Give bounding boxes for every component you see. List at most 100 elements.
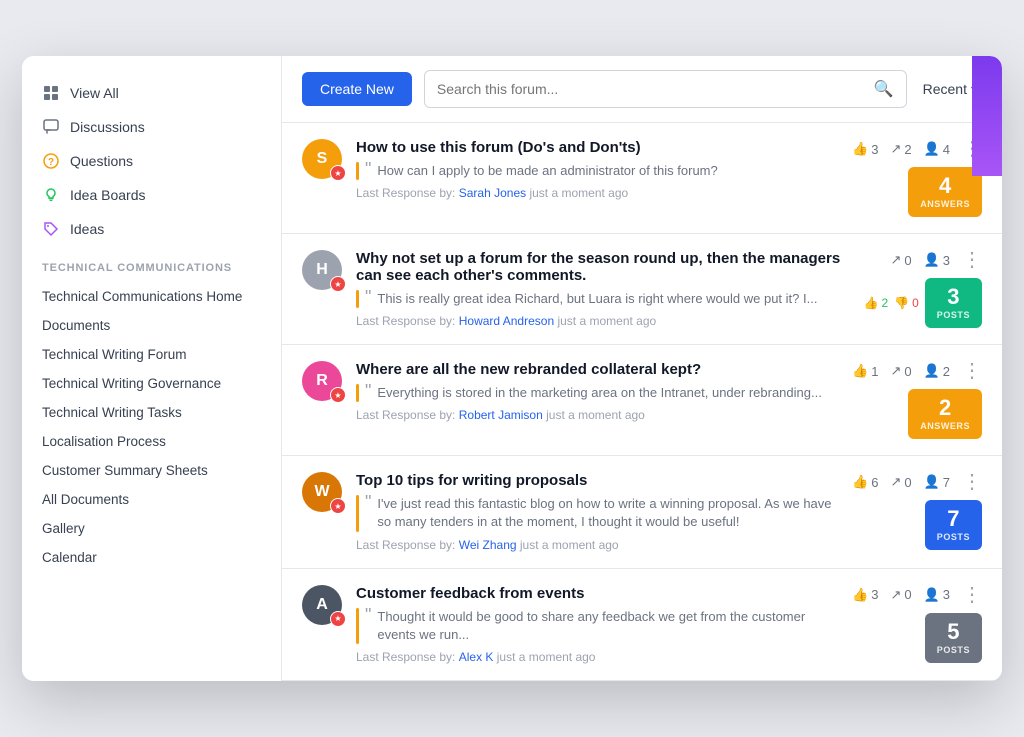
sidebar-nav-customer-summary[interactable]: Customer Summary Sheets: [22, 456, 281, 485]
post-excerpt: Thought it would be good to share any fe…: [377, 608, 838, 644]
post-item: S ★ How to use this forum (Do's and Don'…: [282, 123, 1002, 234]
followers-stat: 👤 2: [924, 363, 950, 379]
post-right: 👍 3 ↗ 0 👤 3 ⋮ 5: [852, 585, 982, 663]
post-excerpt: I've just read this fantastic blog on ho…: [377, 495, 838, 531]
section-label-tech-comms: TECHNICAL COMMUNICATIONS: [22, 246, 281, 282]
post-stats: 👍 1 ↗ 0 👤 2 ⋮: [852, 361, 982, 381]
avatar-badge: ★: [330, 276, 346, 292]
quote-mark: ": [365, 493, 371, 511]
post-author-link[interactable]: Robert Jamison: [459, 408, 543, 422]
post-item: H ★ Why not set up a forum for the seaso…: [282, 234, 1002, 345]
post-title[interactable]: How to use this forum (Do's and Don'ts): [356, 139, 838, 156]
thumbs-up-icon: 👍: [852, 363, 868, 379]
avatar: W ★: [302, 472, 342, 512]
sidebar-nav-tech-comms-home[interactable]: Technical Communications Home: [22, 282, 281, 311]
sidebar-nav-tech-writing-governance[interactable]: Technical Writing Governance: [22, 369, 281, 398]
post-title[interactable]: Why not set up a forum for the season ro…: [356, 250, 850, 284]
post-right: 👍 1 ↗ 0 👤 2 ⋮ 2: [852, 361, 982, 439]
post-title[interactable]: Customer feedback from events: [356, 585, 838, 602]
post-meta: Last Response by: Sarah Jones just a mom…: [356, 186, 838, 200]
followers-stat: 👤 3: [924, 587, 950, 603]
post-time: just a moment ago: [497, 650, 596, 664]
question-icon: ?: [42, 152, 60, 170]
person-icon: 👤: [924, 587, 940, 603]
more-options-button[interactable]: ⋮: [962, 250, 982, 270]
chat-icon: [42, 118, 60, 136]
thumbs-up-icon: 👍: [852, 587, 868, 603]
post-author-link[interactable]: Sarah Jones: [459, 186, 526, 200]
shares-stat: ↗ 0: [890, 474, 911, 490]
post-author-link[interactable]: Wei Zhang: [459, 538, 517, 552]
avatar: H ★: [302, 250, 342, 290]
sidebar-item-view-all[interactable]: View All: [22, 76, 281, 110]
search-icon[interactable]: 🔍: [874, 79, 894, 99]
post-title[interactable]: Where are all the new rebranded collater…: [356, 361, 838, 378]
sidebar-view-all-label: View All: [70, 85, 119, 101]
thumbs-up-icon: 👍: [864, 296, 879, 310]
more-options-button[interactable]: ⋮: [962, 472, 982, 492]
sidebar-item-ideas[interactable]: Ideas: [22, 212, 281, 246]
create-new-button[interactable]: Create New: [302, 72, 412, 106]
main-content: Create New 🔍 Recent ▾ S ★ How to use thi…: [282, 56, 1002, 681]
answer-badge: 7 POSTS: [925, 500, 982, 550]
search-bar-container: 🔍: [424, 70, 907, 108]
sidebar-item-questions[interactable]: ? Questions: [22, 144, 281, 178]
avatar-badge: ★: [330, 498, 346, 514]
post-preview: " This is really great idea Richard, but…: [356, 290, 850, 308]
post-right: ↗ 0 👤 3 ⋮ 👍 2: [864, 250, 983, 328]
post-author-link[interactable]: Howard Andreson: [459, 314, 554, 328]
shares-stat: ↗ 0: [890, 252, 911, 268]
person-icon: 👤: [924, 252, 940, 268]
quote-mark: ": [365, 606, 371, 624]
sidebar-ideas-label: Ideas: [70, 221, 104, 237]
post-stats: 👍 3 ↗ 0 👤 3 ⋮: [852, 585, 982, 605]
likes-stat: 👍 3: [852, 587, 878, 603]
post-time: just a moment ago: [529, 186, 628, 200]
sidebar-nav-calendar[interactable]: Calendar: [22, 543, 281, 572]
thumbs-down-button[interactable]: 👎 0: [894, 296, 919, 310]
shares-stat: ↗ 2: [890, 141, 911, 157]
person-icon: 👤: [924, 141, 940, 157]
search-input[interactable]: [437, 81, 866, 97]
post-title[interactable]: Top 10 tips for writing proposals: [356, 472, 838, 489]
post-stats: ↗ 0 👤 3 ⋮: [890, 250, 982, 270]
quote-mark: ": [365, 288, 371, 306]
thumbs-up-button[interactable]: 👍 2: [864, 296, 889, 310]
person-icon: 👤: [924, 474, 940, 490]
followers-stat: 👤 4: [924, 141, 950, 157]
post-meta: Last Response by: Howard Andreson just a…: [356, 314, 850, 328]
post-author-link[interactable]: Alex K: [459, 650, 494, 664]
sidebar-nav-all-documents[interactable]: All Documents: [22, 485, 281, 514]
quote-bar: [356, 384, 359, 402]
post-preview: " Thought it would be good to share any …: [356, 608, 838, 644]
sidebar-nav-tech-writing-tasks[interactable]: Technical Writing Tasks: [22, 398, 281, 427]
sidebar-nav-gallery[interactable]: Gallery: [22, 514, 281, 543]
sidebar-discussions-label: Discussions: [70, 119, 145, 135]
sidebar-idea-boards-label: Idea Boards: [70, 187, 146, 203]
answer-badge: 4 ANSWERS: [908, 167, 982, 217]
top-bar: Create New 🔍 Recent ▾: [282, 56, 1002, 123]
post-body: Why not set up a forum for the season ro…: [356, 250, 850, 328]
post-excerpt: This is really great idea Richard, but L…: [377, 290, 817, 308]
sidebar-nav-localisation[interactable]: Localisation Process: [22, 427, 281, 456]
post-right: 👍 6 ↗ 0 👤 7 ⋮ 7: [852, 472, 982, 550]
avatar-badge: ★: [330, 387, 346, 403]
more-options-button[interactable]: ⋮: [962, 585, 982, 605]
sidebar-item-idea-boards[interactable]: Idea Boards: [22, 178, 281, 212]
more-options-button[interactable]: ⋮: [962, 361, 982, 381]
answer-badge: 3 POSTS: [925, 278, 982, 328]
share-icon: ↗: [890, 252, 901, 268]
sidebar-nav-tech-writing-forum[interactable]: Technical Writing Forum: [22, 340, 281, 369]
share-icon: ↗: [890, 587, 901, 603]
share-icon: ↗: [890, 141, 901, 157]
post-right: 👍 3 ↗ 2 👤 4 ⋮ 4: [852, 139, 982, 217]
grid-icon: [42, 84, 60, 102]
avatar-badge: ★: [330, 165, 346, 181]
sidebar-nav-documents[interactable]: Documents: [22, 311, 281, 340]
post-item: R ★ Where are all the new rebranded coll…: [282, 345, 1002, 456]
post-time: just a moment ago: [520, 538, 619, 552]
sidebar-item-discussions[interactable]: Discussions: [22, 110, 281, 144]
followers-stat: 👤 3: [924, 252, 950, 268]
person-icon: 👤: [924, 363, 940, 379]
post-body: Top 10 tips for writing proposals " I've…: [356, 472, 838, 551]
